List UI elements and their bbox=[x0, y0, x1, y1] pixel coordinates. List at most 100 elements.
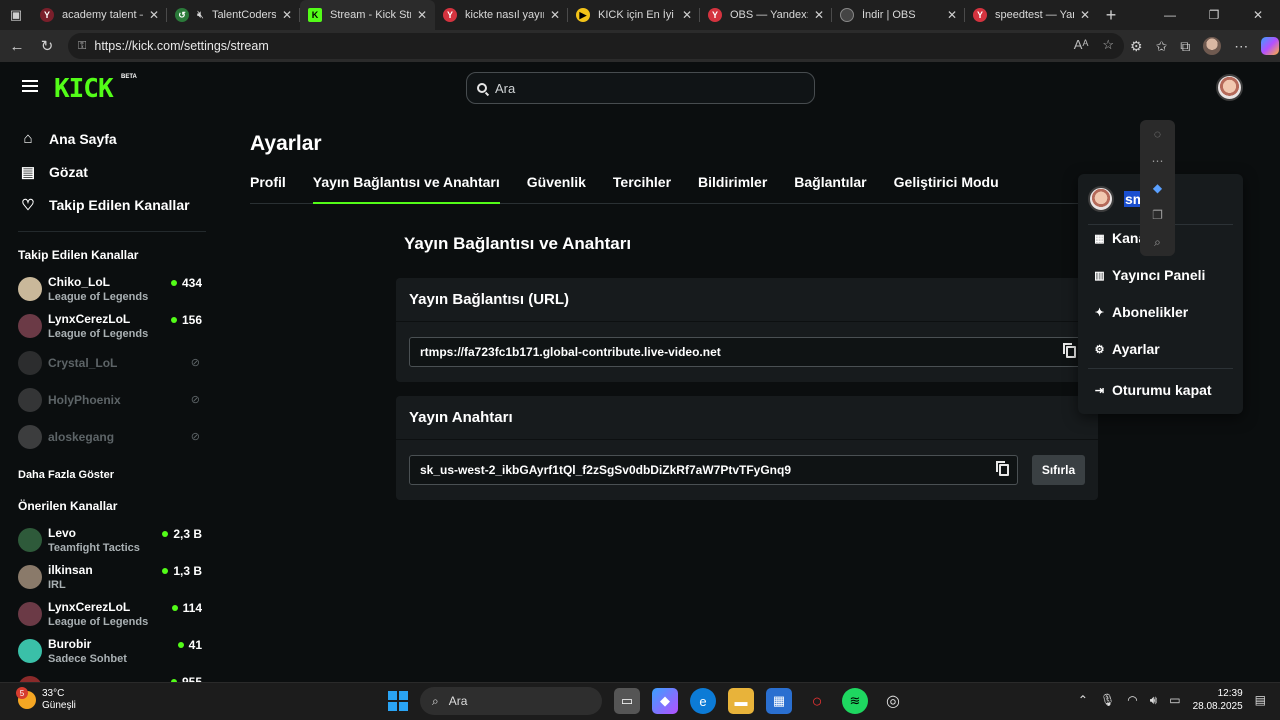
more-dots-icon[interactable]: ⋯ bbox=[1152, 154, 1164, 168]
battery-icon[interactable]: ▭ bbox=[1169, 693, 1180, 707]
search-input[interactable] bbox=[495, 80, 795, 96]
channel-item[interactable]: Chiko_LoL League of Legends 434 bbox=[0, 270, 220, 307]
show-more-link[interactable]: Daha Fazla Göster bbox=[0, 455, 220, 487]
tab-profile[interactable]: Profil bbox=[250, 174, 286, 204]
copilot-icon[interactable] bbox=[1261, 37, 1280, 55]
opera-icon[interactable]: ○ bbox=[804, 688, 830, 714]
close-tab-icon[interactable]: ✕ bbox=[149, 8, 159, 22]
channel-item[interactable]: zeusidiuous 955 bbox=[0, 669, 220, 682]
card-title: Yayın Anahtarı bbox=[396, 396, 1098, 440]
speaker-icon[interactable]: 🔊︎ bbox=[1150, 693, 1158, 708]
reload-icon[interactable]: ↻ bbox=[32, 30, 62, 62]
channel-item-offline[interactable]: Crystal_LoL ⊘ bbox=[0, 344, 220, 381]
tab-actions-icon[interactable]: ▣ bbox=[0, 0, 32, 30]
url-bar[interactable]: ⚿ https://kick.com/settings/stream Aᴬ ☆ bbox=[68, 33, 1124, 59]
nav-browse[interactable]: ▤ Gözat bbox=[0, 155, 220, 188]
close-window-icon[interactable]: ✕ bbox=[1236, 0, 1280, 30]
tab-connections[interactable]: Bağlantılar bbox=[794, 174, 866, 204]
windows-start-icon[interactable] bbox=[388, 691, 408, 711]
copy-icon[interactable] bbox=[996, 461, 1009, 476]
new-tab-button[interactable]: + bbox=[1098, 5, 1124, 26]
search-box[interactable] bbox=[466, 72, 815, 104]
channel-item[interactable]: ilkinsan IRL 1,3 B bbox=[0, 558, 220, 595]
channel-game: IRL bbox=[48, 578, 66, 591]
channel-item[interactable]: LynxCerezLoL League of Legends 114 bbox=[0, 595, 220, 632]
file-explorer-icon[interactable]: ▬ bbox=[728, 688, 754, 714]
chevron-up-icon[interactable]: ⌃ bbox=[1078, 693, 1088, 707]
hamburger-menu-icon[interactable] bbox=[22, 80, 38, 92]
obs-app-icon[interactable]: ◎ bbox=[880, 688, 906, 714]
read-aloud-icon[interactable]: Aᴬ bbox=[1074, 37, 1089, 53]
copy-icon[interactable] bbox=[1063, 343, 1076, 358]
kick-logo[interactable]: KICK bbox=[54, 74, 114, 104]
stream-key-field[interactable]: sk_us-west-2_ikbGAyrf1tQl_f2zSgSv0dbDiZk… bbox=[409, 455, 1018, 485]
extension-icon[interactable]: ⚙ bbox=[1130, 38, 1143, 55]
menu-item-subscriptions[interactable]: ✦ Abonelikler bbox=[1094, 304, 1188, 320]
browser-tab[interactable]: Y kickte nasıl yayın a ✕ bbox=[435, 0, 568, 30]
close-tab-icon[interactable]: ✕ bbox=[1080, 8, 1090, 22]
close-tab-icon[interactable]: ✕ bbox=[417, 8, 427, 22]
clock[interactable]: 12:39 28.08.2025 bbox=[1193, 687, 1243, 713]
user-avatar[interactable] bbox=[1216, 74, 1243, 101]
dropdown-user-header[interactable]: sm bbox=[1088, 186, 1147, 212]
hide-eye-icon[interactable]: ◌ bbox=[1154, 127, 1161, 141]
reset-key-button[interactable]: Sıfırla bbox=[1032, 455, 1085, 485]
notification-icon[interactable]: ▤ bbox=[1255, 693, 1266, 707]
channel-item[interactable]: LynxCerezLoL League of Legends 156 bbox=[0, 307, 220, 344]
profile-avatar-icon[interactable] bbox=[1203, 37, 1222, 55]
favorite-star-icon[interactable]: ☆ bbox=[1102, 37, 1114, 53]
copilot-small-icon[interactable]: ◆ bbox=[1153, 181, 1162, 195]
store-icon[interactable]: ▦ bbox=[766, 688, 792, 714]
back-arrow-icon[interactable]: ← bbox=[2, 30, 32, 62]
taskbar-search[interactable]: ⌕ Ara bbox=[420, 687, 602, 715]
channel-item[interactable]: Levo Teamfight Tactics 2,3 B bbox=[0, 521, 220, 558]
tab-stream-key[interactable]: Yayın Bağlantısı ve Anahtarı bbox=[312, 174, 500, 204]
channel-item[interactable]: Burobir Sadece Sohbet 41 bbox=[0, 632, 220, 669]
weather-widget[interactable]: 5 33°C Güneşli bbox=[16, 687, 76, 712]
maximize-icon[interactable]: ❐ bbox=[1192, 0, 1236, 30]
browser-tab[interactable]: Y academy talent — ✕ bbox=[32, 0, 167, 30]
copy-small-icon[interactable]: ❐ bbox=[1152, 208, 1163, 222]
menu-item-settings[interactable]: ⚙ Ayarlar bbox=[1094, 341, 1160, 357]
search-small-icon[interactable]: ⌕ bbox=[1154, 235, 1161, 250]
close-tab-icon[interactable]: ✕ bbox=[947, 8, 957, 22]
close-tab-icon[interactable]: ✕ bbox=[682, 8, 692, 22]
collections-icon[interactable]: ⧉ bbox=[1180, 38, 1190, 55]
wifi-icon[interactable]: ◠ bbox=[1127, 693, 1137, 707]
sparkle-icon: ✦ bbox=[1094, 306, 1105, 319]
browser-tab[interactable]: Y OBS — Yandex: 1 r ✕ bbox=[700, 0, 832, 30]
settings-tabs: Profil Yayın Bağlantısı ve Anahtarı Güve… bbox=[250, 174, 1100, 204]
copilot-app-icon[interactable]: ◆ bbox=[652, 688, 678, 714]
more-menu-icon[interactable]: ⋯ bbox=[1234, 38, 1248, 55]
task-view-icon[interactable]: ▭ bbox=[614, 688, 640, 714]
microphone-icon[interactable]: 🎙︎ bbox=[1100, 693, 1115, 707]
browser-tab[interactable]: ▶ KICK için En İyi OB ✕ bbox=[568, 0, 700, 30]
nav-home[interactable]: ⌂ Ana Sayfa bbox=[0, 122, 220, 155]
channel-item-offline[interactable]: HolyPhoenix ⊘ bbox=[0, 381, 220, 418]
close-tab-icon[interactable]: ✕ bbox=[282, 8, 292, 22]
menu-item-dashboard[interactable]: ▥ Yayıncı Paneli bbox=[1094, 267, 1205, 283]
stream-url-card: Yayın Bağlantısı (URL) rtmps://fa723fc1b… bbox=[396, 278, 1098, 382]
spotify-icon[interactable]: ≋ bbox=[842, 688, 868, 714]
stream-url-field[interactable]: rtmps://fa723fc1b171.global-contribute.l… bbox=[409, 337, 1085, 367]
close-tab-icon[interactable]: ✕ bbox=[814, 8, 824, 22]
close-tab-icon[interactable]: ✕ bbox=[550, 8, 560, 22]
channel-item-offline[interactable]: aloskegang ⊘ bbox=[0, 418, 220, 455]
browser-tab[interactable]: İndir | OBS ✕ bbox=[832, 0, 965, 30]
favorites-icon[interactable]: ✩ bbox=[1156, 38, 1168, 55]
tab-preferences[interactable]: Tercihler bbox=[613, 174, 671, 204]
tab-notifications[interactable]: Bildirimler bbox=[698, 174, 767, 204]
browser-tab-active[interactable]: K Stream - Kick Strea ✕ bbox=[300, 0, 435, 30]
nav-following[interactable]: ♡ Takip Edilen Kanallar bbox=[0, 188, 220, 221]
edge-browser-icon[interactable]: e bbox=[690, 688, 716, 714]
tab-security[interactable]: Güvenlik bbox=[527, 174, 586, 204]
menu-item-logout[interactable]: ⇥ Oturumu kapat bbox=[1094, 382, 1212, 398]
browser-tab[interactable]: ↺ 🔇︎ TalentCoders ✕ bbox=[167, 0, 300, 30]
viewer-number: 156 bbox=[181, 313, 202, 327]
site-info-icon[interactable]: ⚿ bbox=[78, 40, 86, 53]
minimize-icon[interactable]: — bbox=[1148, 0, 1192, 30]
muted-speaker-icon[interactable]: 🔇︎ bbox=[197, 9, 204, 22]
browser-tab[interactable]: Y speedtest — Yand ✕ bbox=[965, 0, 1098, 30]
channel-name: LynxCerezLoL bbox=[48, 311, 131, 326]
tab-developer[interactable]: Geliştirici Modu bbox=[894, 174, 999, 204]
